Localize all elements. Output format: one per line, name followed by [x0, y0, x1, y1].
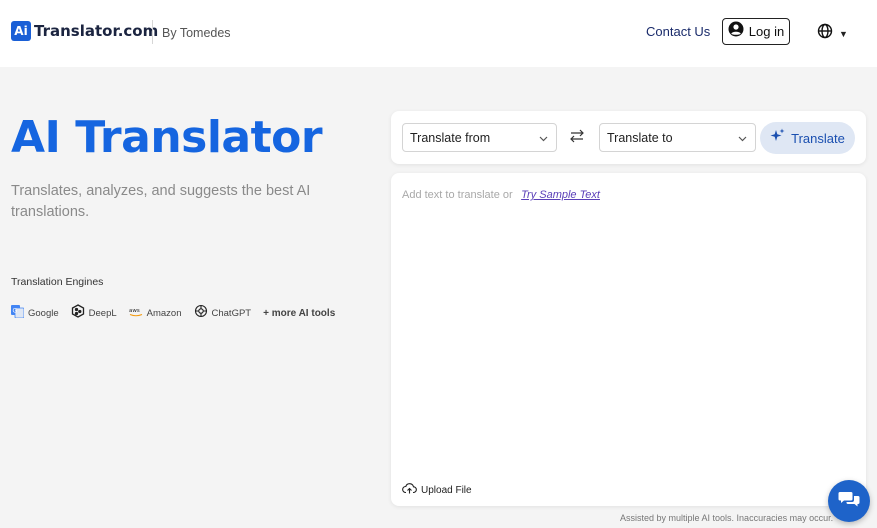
chatgpt-icon — [194, 304, 208, 323]
translate-button[interactable]: Translate — [760, 122, 855, 154]
google-translate-icon: G — [11, 304, 25, 323]
source-text-input[interactable]: Add text to translate or Try Sample Text — [402, 185, 852, 465]
chat-bubbles-icon — [838, 490, 860, 513]
contact-us-link[interactable]: Contact Us — [646, 24, 710, 39]
globe-icon — [817, 23, 833, 44]
chevron-down-icon — [738, 129, 747, 147]
engine-deepl: DeepL — [71, 304, 117, 323]
login-label: Log in — [748, 24, 785, 39]
login-button[interactable]: Log in — [722, 18, 790, 45]
engine-chatgpt: ChatGPT — [194, 304, 252, 323]
translate-to-select[interactable]: Translate to — [599, 123, 756, 152]
chevron-down-icon: ▼ — [839, 28, 848, 39]
language-controls: Translate from Translate to Translate — [391, 111, 866, 164]
engine-name: DeepL — [88, 308, 117, 319]
site-logo[interactable]: Ai Translator.com — [11, 21, 158, 41]
translate-label: Translate — [791, 130, 845, 146]
page-subtitle: Translates, analyzes, and suggests the b… — [11, 183, 311, 220]
engine-google: G Google — [11, 304, 59, 323]
site-language-selector[interactable]: ▼ — [817, 23, 848, 44]
cloud-upload-icon — [402, 481, 417, 499]
sparkle-icon — [770, 128, 785, 148]
top-header: Ai Translator.com By Tomedes Contact Us … — [0, 0, 877, 67]
live-chat-button[interactable] — [828, 480, 870, 522]
logo-divider — [152, 20, 153, 44]
translate-from-select[interactable]: Translate from — [402, 123, 557, 152]
input-placeholder: Add text to translate or — [402, 189, 513, 201]
engines-label: Translation Engines — [11, 276, 104, 288]
svg-text:G: G — [13, 307, 18, 314]
engine-name: Amazon — [146, 308, 182, 319]
svg-text:aws: aws — [129, 308, 140, 314]
aws-icon: aws — [129, 305, 143, 323]
user-circle-icon — [728, 21, 744, 42]
chevron-down-icon — [539, 129, 548, 147]
by-tomedes-text: By Tomedes — [162, 26, 231, 40]
engine-amazon: aws Amazon — [129, 305, 182, 323]
page-title: AI Translator — [11, 112, 323, 163]
translate-to-label: Translate to — [607, 130, 673, 145]
translate-from-label: Translate from — [410, 130, 491, 145]
logo-badge: Ai — [11, 21, 31, 41]
deepl-icon — [71, 304, 85, 323]
upload-file-button[interactable]: Upload File — [402, 481, 472, 499]
more-ai-tools-link[interactable]: + more AI tools — [263, 308, 335, 319]
swap-arrows-icon — [569, 129, 585, 147]
logo-text: Translator.com — [34, 22, 159, 40]
source-text-panel: Add text to translate or Try Sample Text… — [391, 173, 866, 506]
engines-list: G Google DeepL aws Amazon ChatGPT + more… — [11, 304, 335, 323]
try-sample-text-link[interactable]: Try Sample Text — [521, 189, 600, 201]
disclaimer-text: Assisted by multiple AI tools. Inaccurac… — [620, 513, 834, 523]
engine-name: Google — [28, 308, 59, 319]
engine-name: ChatGPT — [211, 308, 252, 319]
swap-languages-button[interactable] — [569, 129, 585, 148]
upload-file-label: Upload File — [421, 484, 472, 496]
